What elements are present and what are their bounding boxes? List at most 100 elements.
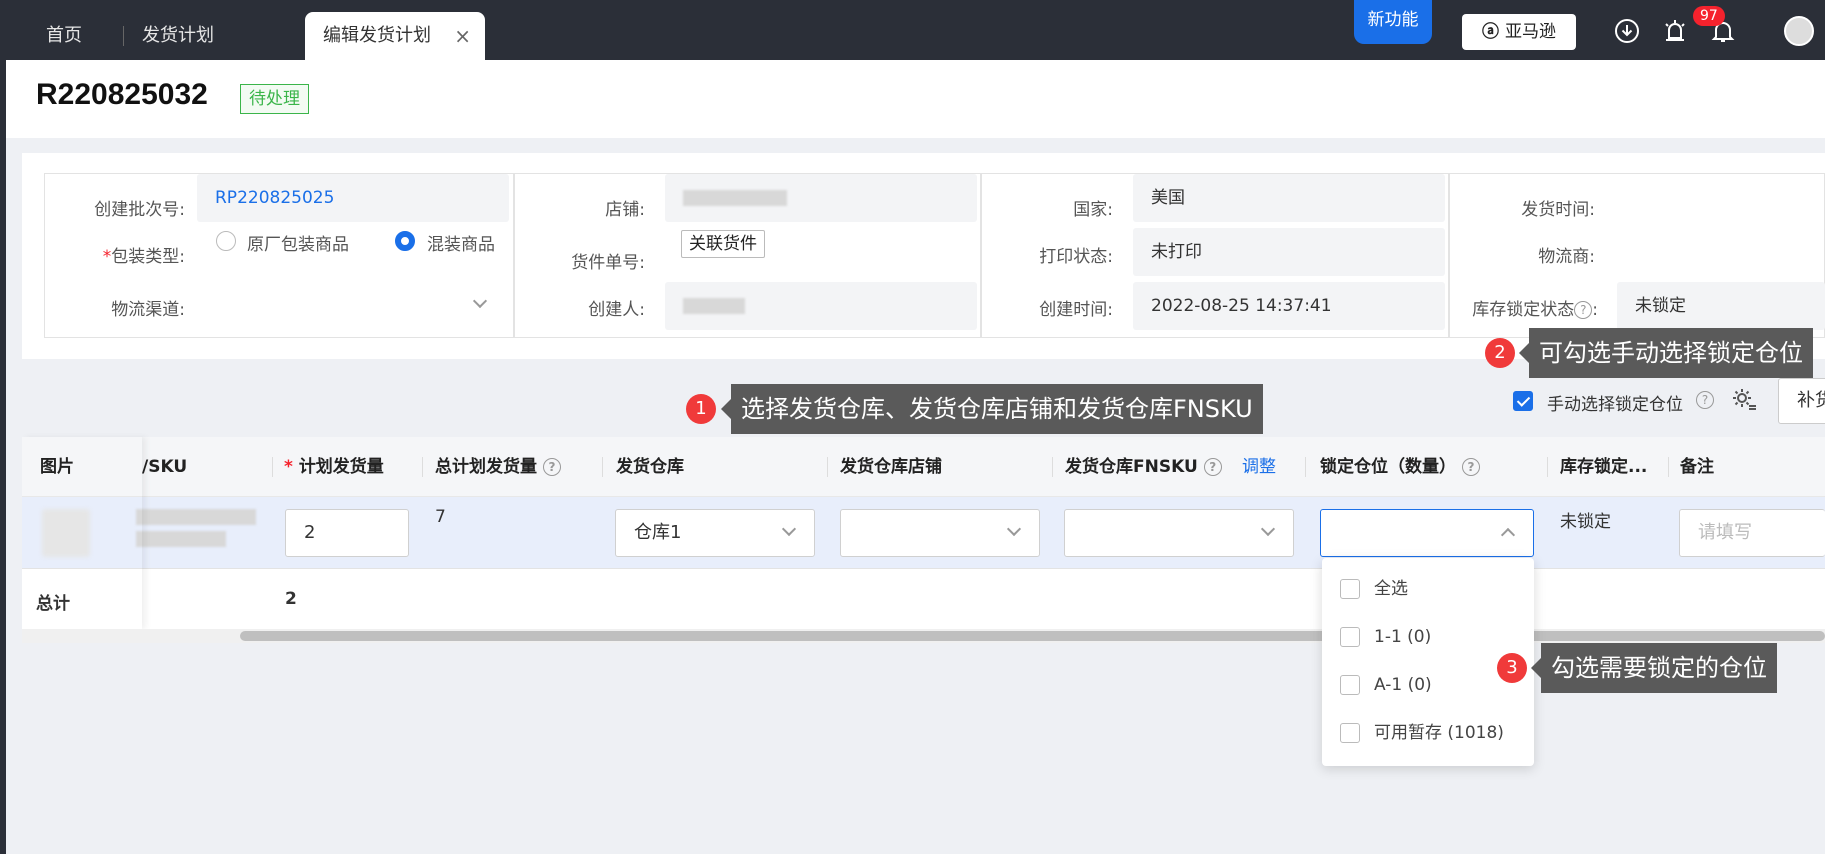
- required-mark: *: [284, 457, 293, 477]
- checkbox[interactable]: [1340, 627, 1360, 647]
- lock-status-label-text: 库存锁定状态: [1472, 300, 1575, 320]
- chevron-down-icon: [1006, 521, 1022, 537]
- tooltip-step-3: 勾选需要锁定的仓位: [1531, 643, 1777, 693]
- checkbox[interactable]: [1340, 579, 1360, 599]
- radio-original-pack-label[interactable]: 原厂包装商品: [247, 230, 349, 255]
- column-header-sku: /SKU: [142, 457, 188, 477]
- blurred-creator: [683, 298, 745, 314]
- help-icon[interactable]: ?: [542, 458, 561, 476]
- notification-badge: 97: [1693, 6, 1725, 26]
- horizontal-scrollbar[interactable]: [22, 629, 1825, 643]
- tab-home[interactable]: 首页: [46, 12, 82, 60]
- column-separator: [827, 457, 828, 477]
- table-footer: 总计 2: [22, 569, 1825, 629]
- scrollbar-thumb[interactable]: [240, 631, 1825, 641]
- manual-lock-checkbox[interactable]: [1513, 391, 1533, 411]
- column-header-remark: 备注: [1680, 457, 1714, 477]
- checkbox[interactable]: [1340, 723, 1360, 743]
- remark-input[interactable]: 请填写: [1679, 509, 1825, 557]
- shop-value: [665, 174, 977, 222]
- replenish-button[interactable]: 补货: [1778, 378, 1825, 424]
- country-value: 美国: [1133, 174, 1445, 222]
- warehouse-select-value: 仓库1: [634, 522, 682, 543]
- column-separator: [272, 457, 273, 477]
- step-number-2: 2: [1485, 338, 1515, 368]
- blurred-sku: [136, 531, 226, 547]
- close-icon[interactable]: ×: [454, 12, 471, 60]
- dropdown-option-select-all[interactable]: 全选: [1340, 578, 1408, 602]
- download-icon[interactable]: [1614, 18, 1640, 44]
- column-separator: [422, 457, 423, 477]
- avatar[interactable]: [1784, 16, 1814, 46]
- dropdown-option-slot[interactable]: 可用暂存 (1018): [1340, 722, 1504, 746]
- lock-status-cell: 未锁定: [1560, 512, 1611, 532]
- amazon-logo-icon: ⓐ: [1482, 22, 1499, 42]
- batch-label: 创建批次号:: [94, 200, 185, 220]
- manual-lock-label[interactable]: 手动选择锁定仓位: [1547, 390, 1683, 415]
- warehouse-fnsku-select[interactable]: [1064, 509, 1294, 557]
- column-header-lock-status: 库存锁定...: [1560, 457, 1648, 477]
- warehouse-select[interactable]: 仓库1: [615, 509, 815, 557]
- remark-placeholder: 请填写: [1698, 522, 1752, 543]
- radio-mixed-pack[interactable]: [395, 231, 415, 251]
- step-number-3: 3: [1497, 653, 1527, 683]
- ship-time-label: 发货时间:: [1521, 200, 1595, 220]
- column-header-warehouse-fnsku-text: 发货仓库FNSKU: [1065, 457, 1198, 477]
- radio-original-pack[interactable]: [216, 231, 236, 251]
- settings-icon[interactable]: [1731, 386, 1757, 412]
- created-time-label: 创建时间:: [1039, 300, 1113, 320]
- help-icon[interactable]: ?: [1574, 301, 1593, 319]
- radio-mixed-pack-label[interactable]: 混装商品: [427, 230, 495, 255]
- creator-label: 创建人:: [588, 300, 645, 320]
- dropdown-option-slot[interactable]: 1-1 (0): [1340, 626, 1431, 650]
- channel-label: 物流渠道:: [111, 300, 185, 320]
- option-label: 全选: [1374, 579, 1408, 599]
- tab-shipping-plan[interactable]: 发货计划: [142, 12, 214, 60]
- created-time-value: 2022-08-25 14:37:41: [1133, 282, 1445, 330]
- table-row: 2 7 仓库1 未锁定 请填写: [22, 497, 1825, 569]
- footer-plan-total: 2: [285, 589, 297, 609]
- help-icon[interactable]: ?: [1461, 458, 1480, 476]
- fixed-column-shadow: [22, 437, 142, 629]
- shop-label: 店铺:: [605, 200, 645, 220]
- help-icon[interactable]: ?: [1203, 458, 1222, 476]
- column-header-warehouse-fnsku: 发货仓库FNSKU ?: [1065, 437, 1222, 497]
- carrier-label: 物流商:: [1538, 247, 1595, 267]
- column-divider: [513, 174, 515, 337]
- adjust-link[interactable]: 调整: [1242, 437, 1276, 497]
- lock-slot-select[interactable]: [1320, 509, 1534, 557]
- table-header: 图片 /SKU * 计划发货量 总计划发货量 ? 发货仓库 发货仓库店铺 发货仓…: [22, 437, 1825, 497]
- option-label: 可用暂存 (1018): [1374, 723, 1504, 743]
- column-header-total-plan-qty-text: 总计划发货量: [435, 457, 537, 477]
- checkbox[interactable]: [1340, 675, 1360, 695]
- plan-qty-input[interactable]: 2: [285, 509, 409, 557]
- channel-select[interactable]: [197, 282, 509, 330]
- column-separator: [1305, 457, 1306, 477]
- creator-value: [665, 282, 977, 330]
- column-separator: [602, 457, 603, 477]
- bug-icon[interactable]: [1662, 18, 1688, 44]
- chevron-down-icon: [1260, 521, 1276, 537]
- print-status-value: 未打印: [1133, 228, 1445, 276]
- column-header-lock-slot: 锁定仓位（数量） ?: [1320, 437, 1480, 497]
- column-header-lock-slot-text: 锁定仓位（数量）: [1320, 457, 1456, 477]
- amazon-button[interactable]: ⓐ 亚马逊: [1462, 14, 1576, 50]
- step-number-1: 1: [686, 394, 716, 424]
- required-mark: *: [102, 247, 112, 267]
- link-shipment-button[interactable]: 关联货件: [681, 230, 765, 258]
- option-label: 1-1 (0): [1374, 627, 1432, 647]
- chevron-down-icon: [781, 521, 797, 537]
- batch-value[interactable]: RP220825025: [197, 174, 509, 222]
- total-plan-qty-value: 7: [435, 507, 446, 527]
- warehouse-shop-select[interactable]: [840, 509, 1040, 557]
- page-title: R220825032: [36, 78, 208, 111]
- sku-cell: [136, 509, 256, 547]
- tooltip-step-1: 选择发货仓库、发货仓库店铺和发货仓库FNSKU: [721, 384, 1263, 434]
- chevron-up-icon: [1500, 527, 1516, 543]
- tab-edit-shipping-plan[interactable]: 编辑发货计划 ×: [305, 12, 485, 60]
- status-badge: 待处理: [240, 84, 309, 114]
- new-feature-button[interactable]: 新功能: [1354, 0, 1432, 44]
- dropdown-option-slot[interactable]: A-1 (0): [1340, 674, 1432, 698]
- info-grid: 创建批次号: RP220825025 *包装类型: 原厂包装商品 混装商品 物流…: [44, 173, 1825, 338]
- help-icon[interactable]: ?: [1696, 391, 1714, 409]
